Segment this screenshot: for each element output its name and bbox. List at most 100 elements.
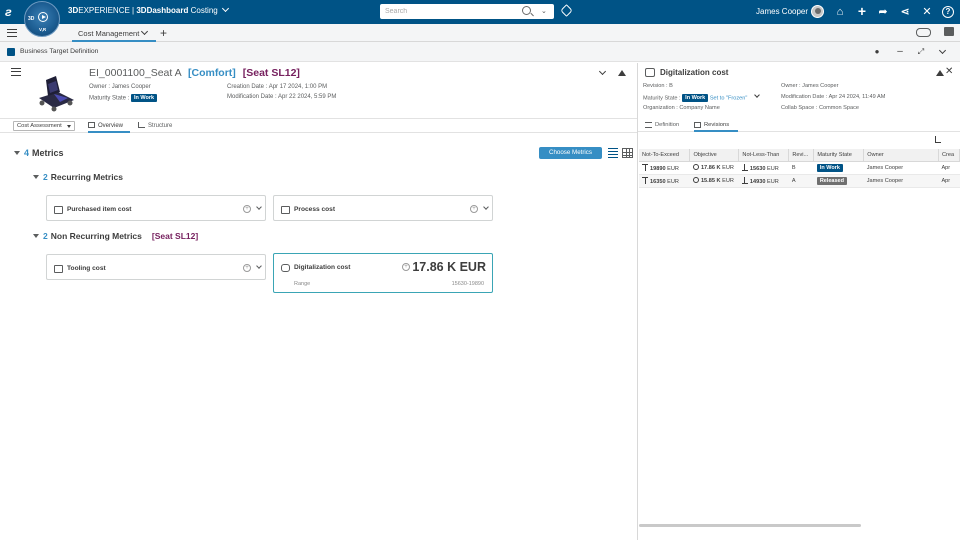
column-header[interactable]: Maturity State [813,149,865,162]
column-header[interactable]: Not-To-Exceed [639,149,691,162]
table-row[interactable]: 16350 EUR 15.85 K EUR 14930 EUR A Releas… [639,174,960,188]
set-frozen-link[interactable]: Set to "Frozen" [710,95,748,101]
collapse-icon[interactable] [936,70,944,76]
revision-value: B [669,83,673,89]
add-icon[interactable]: + [402,263,410,271]
search-icon[interactable] [522,6,531,15]
cell-unit: EUR [767,178,779,185]
column-header[interactable]: Owner [863,149,939,162]
tag-seat[interactable]: [Seat SL12] [152,231,198,241]
cell-revision: B [788,161,814,175]
tag-icon[interactable] [560,4,573,17]
ds-logo-icon[interactable]: ƨ [5,5,12,19]
choose-metrics-button[interactable]: Choose Metrics [539,147,602,159]
share-icon[interactable]: ⌂ [833,5,847,19]
horizontal-scrollbar[interactable] [639,524,861,527]
revisions-icon [694,122,701,128]
glasses-icon[interactable] [916,28,931,37]
metric-card-process[interactable]: Process cost + [273,195,493,221]
chevron-down-icon[interactable] [938,46,947,55]
target-icon [692,164,699,170]
cost-assessment-dropdown[interactable]: Cost Assessment [13,121,75,131]
chevron-down-icon[interactable]: ⌄ [541,7,547,15]
chevron-down-icon[interactable] [256,204,262,210]
add-icon[interactable]: + [855,4,869,19]
column-header[interactable]: Crea [938,149,960,162]
minimize-icon[interactable]: – [895,47,905,57]
tag-seat[interactable]: [Seat SL12] [243,67,300,79]
user-settings-icon[interactable]: ● [872,47,882,57]
add-icon[interactable]: + [470,205,478,213]
sort-icon[interactable] [935,136,941,143]
widget-icon [7,48,15,56]
search-input[interactable] [385,6,515,17]
tools-icon[interactable]: ✕ [920,5,934,19]
dropdown-label: Cost Assessment [17,123,62,129]
tab-overview[interactable]: Overview [88,119,130,133]
column-header[interactable]: Revi... [788,149,815,162]
chevron-down-icon[interactable] [483,204,489,210]
metric-card-digitalization[interactable]: Digitalization cost + 17.86 K EUR Range … [273,253,493,293]
tab-bar: Cost Management + [0,24,960,42]
metrics-label: Metrics [32,148,64,158]
add-icon[interactable]: + [243,264,251,272]
metrics-count: 4 [24,148,30,158]
tab-revisions-label: Revisions [704,122,730,128]
list-view-icon[interactable] [608,148,618,158]
creation-meta: Creation Date : Apr 17 2024, 1:00 PM [227,84,327,90]
structure-icon [138,122,145,128]
chevron-down-icon[interactable] [754,92,760,99]
overview-icon [88,122,95,128]
brand-3d-2: 3D [136,6,147,15]
maximize-icon[interactable]: ⤢ [916,47,926,57]
chevron-down-icon[interactable] [598,67,607,76]
tag-comfort[interactable]: [Comfort] [188,67,236,79]
app-brand[interactable]: 3DEXPERIENCE | 3DDashboard Costing [68,4,230,15]
owner-meta: Owner : James Cooper [781,83,839,89]
help-icon[interactable]: ? [942,6,954,18]
menu-icon[interactable] [11,68,21,76]
metric-card-tooling[interactable]: Tooling cost + [46,254,266,280]
tab-structure[interactable]: Structure [138,119,180,133]
brand-experience: EXPERIENCE [78,6,130,15]
maturity-label: Maturity State : [643,95,683,102]
user-name[interactable]: James Cooper [756,7,808,16]
non-recurring-section-header[interactable]: 2 Non Recurring Metrics [Seat SL12] [33,231,198,241]
status-badge[interactable]: In Work [682,94,709,102]
status-badge[interactable]: In Work [131,94,158,102]
tab-definition[interactable]: Definition [645,120,685,132]
network-icon[interactable]: ⋖ [898,5,912,19]
tooling-icon [54,265,63,273]
object-name: EI_0001100_Seat A [89,67,182,79]
tab-cost-management[interactable]: Cost Management [72,24,156,42]
chevron-down-icon[interactable] [256,263,262,269]
status-badge[interactable]: In Work [816,163,843,172]
add-tab-icon[interactable]: + [160,27,167,39]
min-icon [741,163,748,171]
caret-down-icon [67,125,71,128]
organization-value: Company Name [679,105,720,111]
column-header[interactable]: Objective [689,149,740,162]
menu-icon[interactable] [7,29,17,37]
chat-icon[interactable] [944,27,954,36]
avatar[interactable] [811,5,824,18]
grid-view-icon[interactable] [622,148,633,158]
cell-revision: A [788,174,814,188]
status-badge[interactable]: Released [816,176,847,185]
range-label: Range [294,281,311,287]
table-row[interactable]: 19890 EUR 17.86 K EUR 15630 EUR B In Wor… [639,161,960,175]
recurring-section-header[interactable]: 2 Recurring Metrics [33,172,123,182]
metric-card-purchased[interactable]: Purchased item cost + [46,195,266,221]
collab-label: Collab Space : [781,105,819,111]
add-icon[interactable]: + [243,205,251,213]
card-title: Digitalization cost [294,264,351,271]
chevron-down-icon[interactable] [140,27,149,36]
metrics-section-header[interactable]: 4 Metrics [14,148,64,158]
forward-icon[interactable]: ➦ [876,5,890,19]
close-icon[interactable]: ✕ [945,66,953,77]
cell-nte: 16350 [650,178,666,185]
tab-revisions[interactable]: Revisions [694,120,738,132]
collapse-icon[interactable] [618,70,626,76]
compass-icon[interactable]: 3D V,R [24,1,60,37]
column-header[interactable]: Not-Less-Than [738,149,790,162]
